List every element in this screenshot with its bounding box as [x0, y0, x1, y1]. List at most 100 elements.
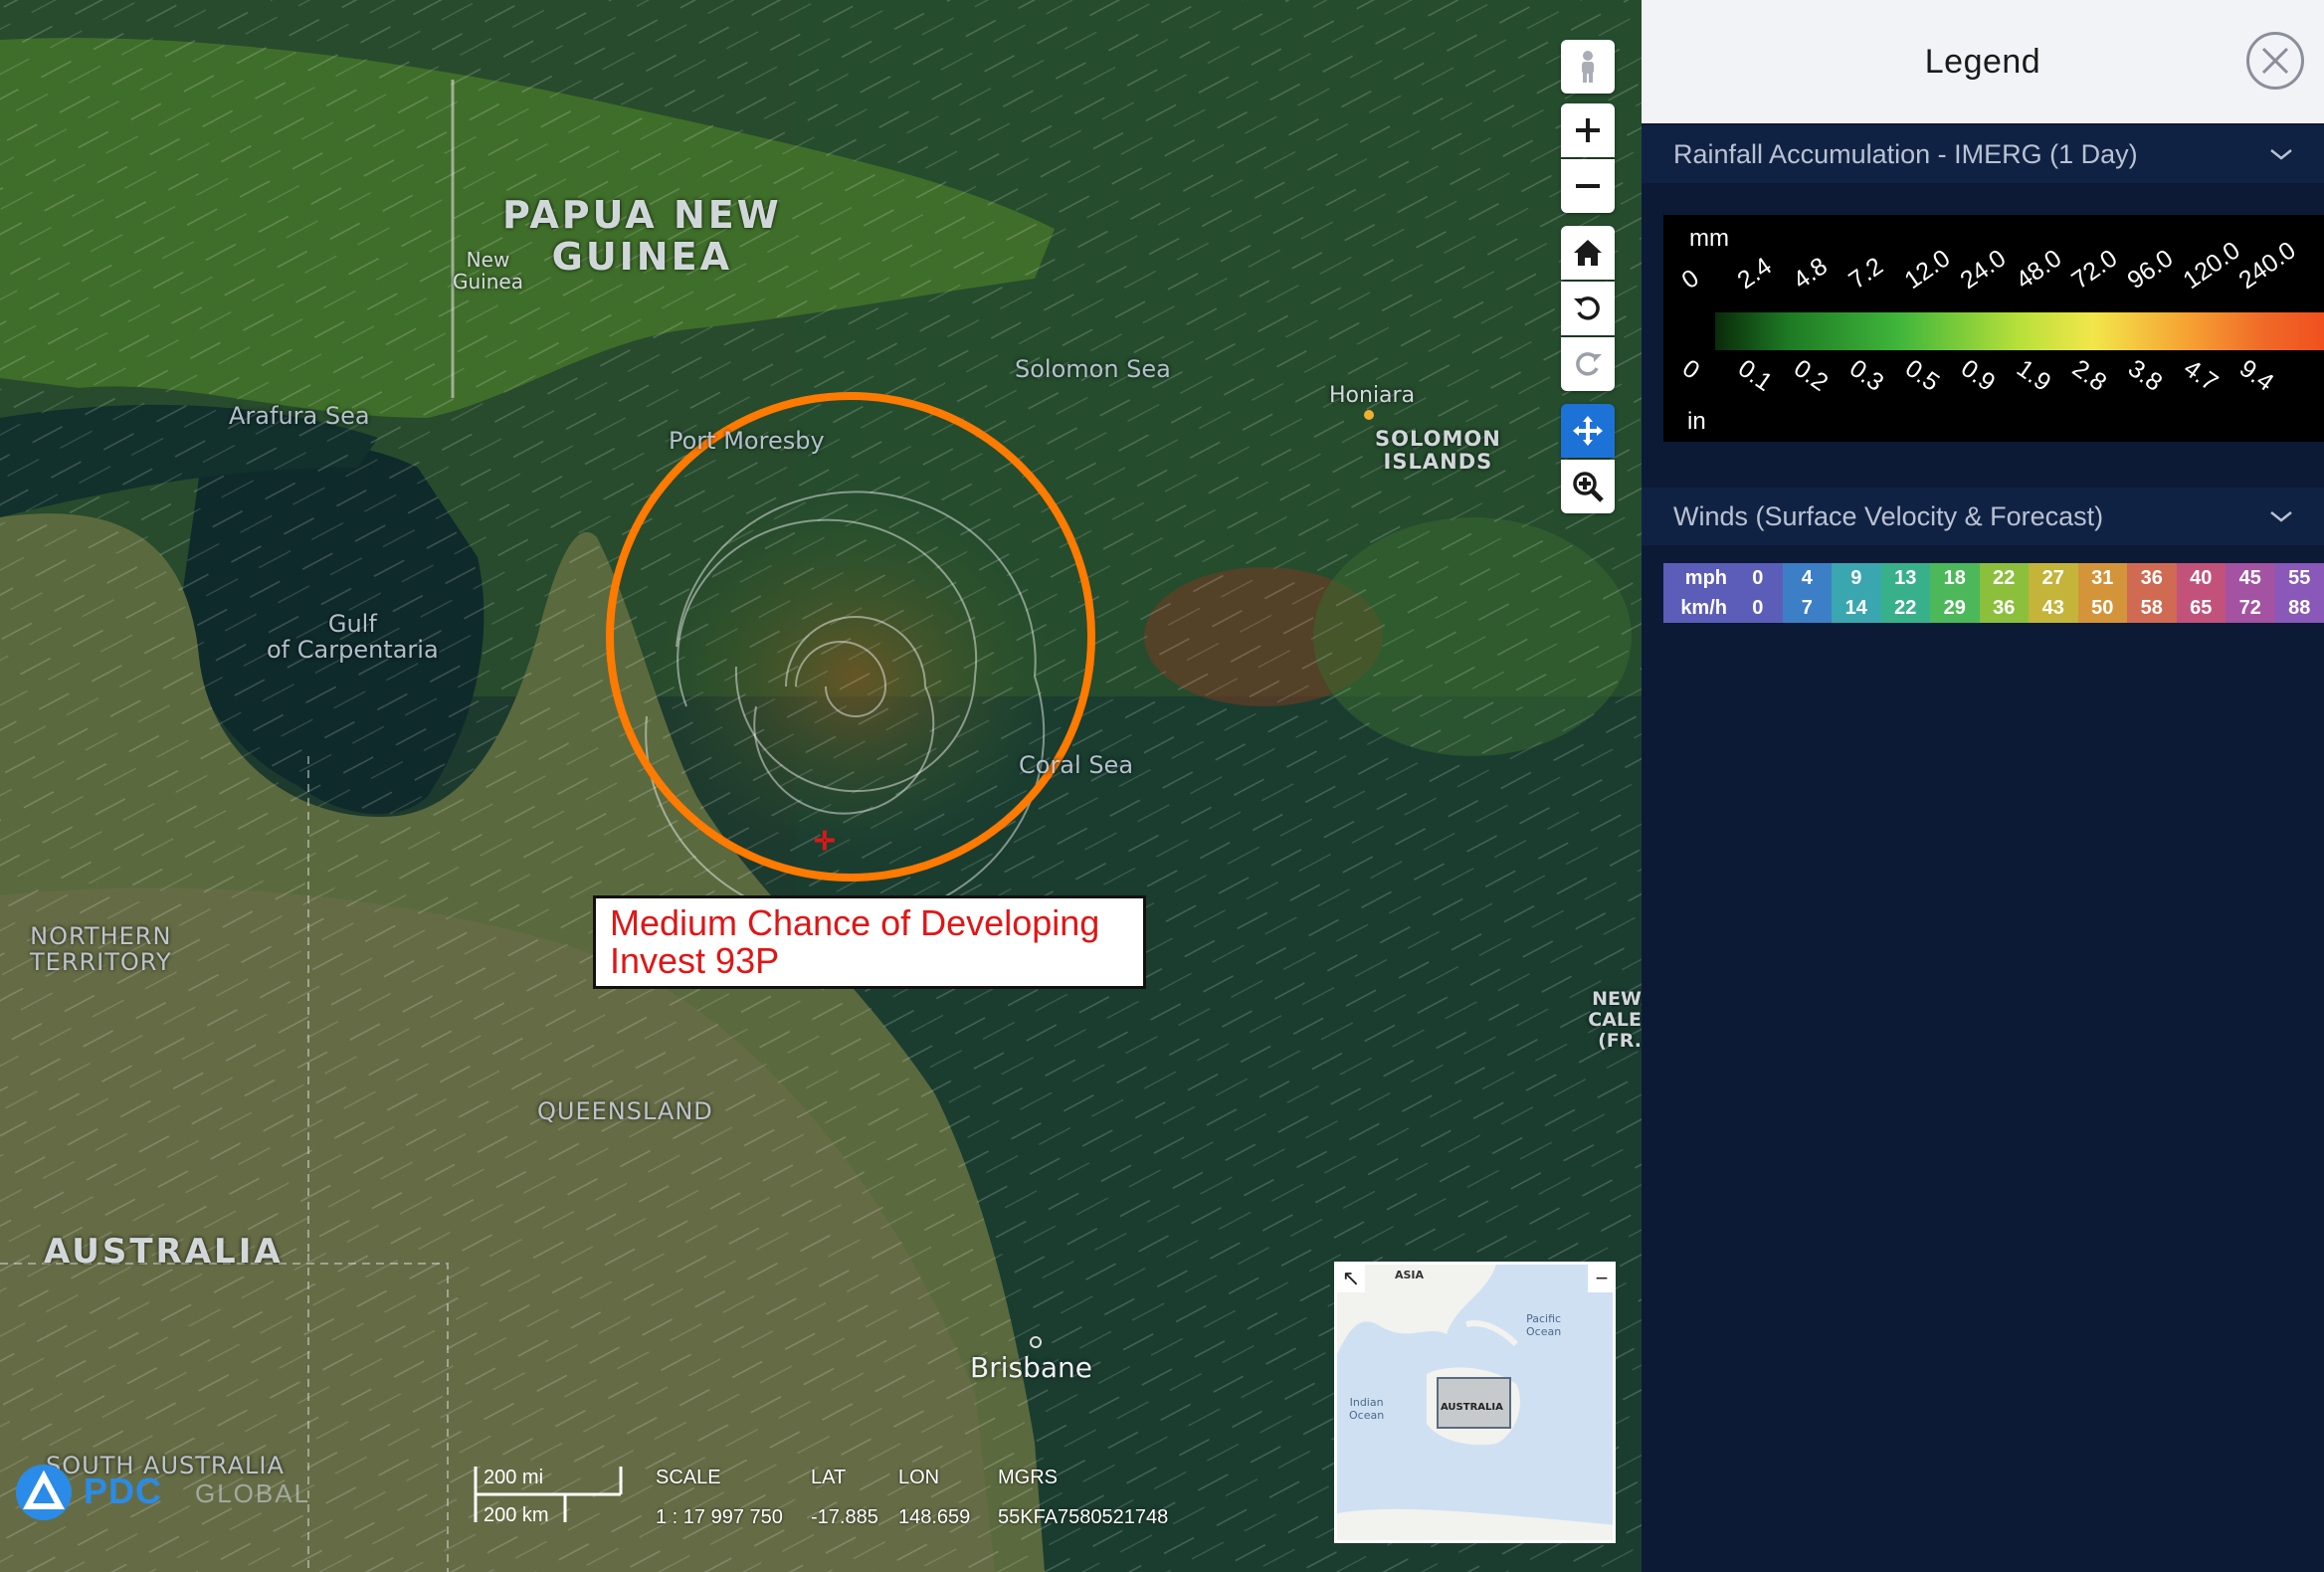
label-papua-new-guinea: PAPUA NEW GUINEA [502, 193, 782, 279]
label-port-moresby: Port Moresby [669, 427, 825, 455]
annotation-line-2: Invest 93P [610, 940, 780, 981]
winds-kmh-value: 50 [2077, 593, 2127, 623]
rainfall-mm-tick: 96.0 [2122, 244, 2179, 295]
storm-center-marker[interactable]: ✛ [814, 828, 836, 854]
pdc-logo-subtext: GLOBAL [195, 1478, 311, 1508]
rainfall-mm-tick: 4.8 [1788, 252, 1833, 295]
winds-mph-row: mph 0 4 9 13 18 22 27 31 36 40 45 55 [1663, 563, 2324, 593]
label-brisbane: Brisbane [970, 1351, 1092, 1384]
legend-close-button[interactable] [2246, 32, 2304, 90]
rainfall-section-title: Rainfall Accumulation - IMERG (1 Day) [1673, 138, 2138, 169]
winds-mph-label: mph [1663, 563, 1733, 593]
scale-value: 1 : 17 997 750 [656, 1506, 783, 1528]
close-icon [2261, 47, 2289, 75]
winds-mph-value: 13 [1880, 563, 1930, 593]
label-arafura-sea: Arafura Sea [229, 402, 370, 430]
rainfall-mm-tick: 24.0 [1955, 244, 2012, 295]
legend-title: Legend [1924, 42, 2041, 81]
winds-mph-value: 36 [2127, 563, 2177, 593]
brisbane-marker [1030, 1336, 1042, 1348]
rainfall-section-header[interactable]: Rainfall Accumulation - IMERG (1 Day) [1642, 125, 2324, 183]
rotate-left-icon [1574, 296, 1600, 320]
zoom-box-icon [1573, 472, 1604, 502]
street-view-button[interactable] [1561, 40, 1615, 94]
legend-header: Legend [1642, 0, 2324, 123]
overview-label-pacific: Pacific Ocean [1526, 1312, 1562, 1338]
winds-kmh-value: 29 [1930, 593, 1980, 623]
rainfall-in-tick: 0.2 [1788, 354, 1834, 397]
pdc-logo-text: PDC [84, 1471, 163, 1511]
winds-mph-value: 55 [2274, 563, 2324, 593]
label-coral-sea: Coral Sea [1019, 751, 1134, 779]
winds-kmh-value: 36 [1979, 593, 2029, 623]
winds-kmh-value: 88 [2274, 593, 2324, 623]
winds-section-title: Winds (Surface Velocity & Forecast) [1673, 500, 2104, 531]
winds-kmh-label: km/h [1663, 593, 1733, 623]
zoom-box-button[interactable] [1561, 460, 1615, 513]
label-gulf-of-carpentaria: Gulf of Carpentaria [267, 610, 439, 665]
rainfall-color-scale: mm in 0 2.4 4.8 7.2 12.0 24.0 48.0 72.0 96.0 120.… [1663, 215, 2324, 442]
winds-kmh-value: 72 [2226, 593, 2275, 623]
storm-annotation-box: Medium Chance of Developing Invest 93P [593, 895, 1146, 989]
rainfall-in-tick: 2.8 [2066, 354, 2112, 397]
winds-mph-value: 22 [1979, 563, 2029, 593]
zoom-in-icon [1576, 118, 1600, 142]
pdc-logo: PDC GLOBAL [16, 1463, 308, 1522]
overview-label-australia: AUSTRALIA [1441, 1402, 1503, 1413]
winds-mph-value: 27 [2029, 563, 2078, 593]
winds-kmh-value: 65 [2176, 593, 2226, 623]
scale-bar: 200 mi 200 km [474, 1465, 625, 1526]
winds-mph-value: 0 [1733, 563, 1783, 593]
rotate-right-button[interactable] [1561, 337, 1615, 391]
lat-label: LAT [811, 1467, 847, 1488]
winds-mph-value: 45 [2226, 563, 2275, 593]
rainfall-in-tick: 0.3 [1843, 354, 1889, 397]
winds-mph-value: 9 [1832, 563, 1881, 593]
winds-section-header[interactable]: Winds (Surface Velocity & Forecast) [1642, 488, 2324, 545]
winds-kmh-value: 7 [1782, 593, 1832, 623]
rainfall-in-tick: 0 [1676, 354, 1705, 385]
zoom-out-icon [1576, 184, 1600, 188]
map-view[interactable]: PAPUA NEW GUINEA New Guinea Arafura Sea … [0, 0, 1642, 1572]
overview-expand-icon[interactable]: ↖ [1337, 1265, 1365, 1292]
rainfall-in-tick: 3.8 [2122, 354, 2168, 397]
rainfall-mm-tick: 72.0 [2066, 244, 2123, 295]
honiara-marker [1364, 410, 1374, 420]
label-new-caledonia: NEW CALE (FR. [1588, 988, 1642, 1052]
rainfall-mm-tick: 240.0 [2233, 236, 2301, 295]
winds-kmh-value: 58 [2127, 593, 2177, 623]
label-solomon-islands: SOLOMON ISLANDS [1375, 427, 1501, 475]
rainfall-unit-mm: mm [1689, 225, 1729, 252]
rainfall-mm-tick: 2.4 [1732, 252, 1777, 295]
rainfall-in-tick: 0.5 [1899, 354, 1945, 397]
winds-kmh-row: km/h 0 7 14 22 29 36 43 50 58 65 72 88 [1663, 593, 2324, 623]
home-button[interactable] [1561, 226, 1615, 280]
scale-miles-label: 200 mi [484, 1467, 544, 1488]
label-australia: AUSTRALIA [44, 1232, 284, 1272]
label-new-guinea: New Guinea [453, 248, 523, 294]
rainfall-mm-tick: 12.0 [1899, 244, 1956, 295]
winds-mph-value: 4 [1782, 563, 1832, 593]
rotate-left-button[interactable] [1561, 282, 1615, 335]
lat-value: -17.885 [811, 1506, 878, 1528]
winds-kmh-value: 0 [1733, 593, 1783, 623]
legend-panel: Legend Rainfall Accumulation - IMERG (1 … [1642, 0, 2324, 1572]
rainfall-mm-tick: 120.0 [2178, 236, 2245, 295]
zoom-out-button[interactable] [1561, 159, 1615, 213]
overview-map[interactable]: ASIA Pacific Ocean Indian Ocean AUSTRALI… [1334, 1262, 1616, 1543]
pdc-logo-icon [16, 1465, 72, 1520]
lon-label: LON [898, 1467, 940, 1488]
overview-label-indian: Indian Ocean [1349, 1396, 1385, 1422]
overview-collapse-icon[interactable]: − [1588, 1265, 1613, 1292]
rainfall-in-tick: 9.4 [2233, 354, 2279, 397]
chevron-down-icon [2270, 511, 2292, 522]
annotation-line-1: Medium Chance of Developing [610, 902, 1100, 943]
winds-kmh-value: 43 [2029, 593, 2078, 623]
rainfall-mm-tick: 7.2 [1843, 252, 1888, 295]
pan-button[interactable] [1561, 404, 1615, 458]
mgrs-value: 55KFA7580521748 [998, 1506, 1169, 1528]
street-view-icon [1582, 51, 1594, 83]
winds-mph-value: 31 [2077, 563, 2127, 593]
zoom-in-button[interactable] [1561, 103, 1615, 157]
label-northern-territory: NORTHERN TERRITORY [30, 922, 172, 977]
